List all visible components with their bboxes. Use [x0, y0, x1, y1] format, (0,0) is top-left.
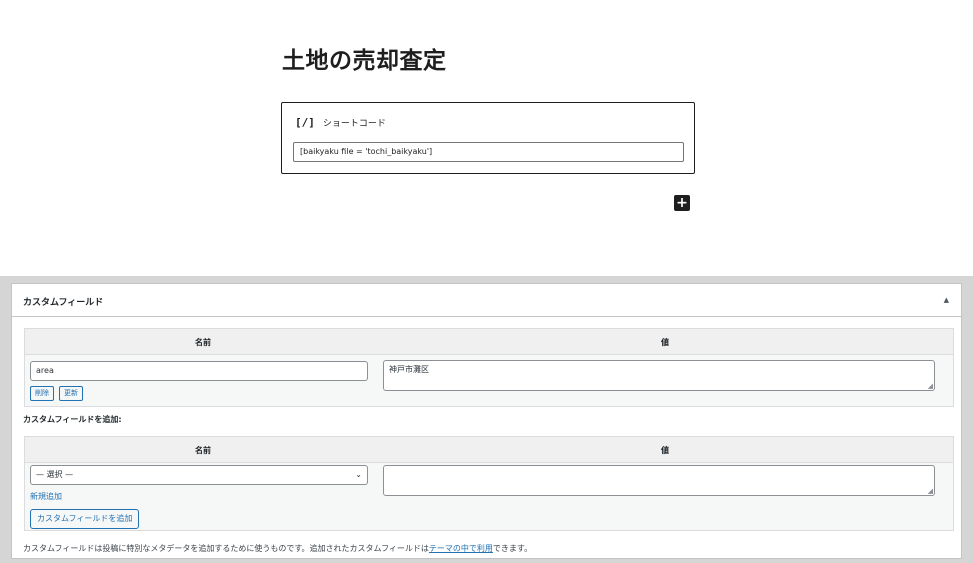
- shortcode-input[interactable]: [baikyaku file = 'tochi_baikyaku']: [293, 142, 684, 162]
- shortcode-block[interactable]: [/] ショートコード [baikyaku file = 'tochi_baik…: [281, 102, 695, 174]
- custom-fields-help-text: カスタムフィールドは投稿に特別なメタデータを追加するために使うものです。追加され…: [23, 543, 532, 554]
- theme-usage-link[interactable]: テーマの中で利用: [429, 544, 493, 553]
- delete-meta-button[interactable]: 削除: [30, 386, 54, 401]
- table-header: 名前 値: [25, 437, 953, 463]
- shortcode-block-label: ショートコード: [322, 119, 386, 129]
- column-header-value: 値: [661, 446, 669, 455]
- update-meta-button[interactable]: 更新: [59, 386, 83, 401]
- post-title[interactable]: 土地の売却査定: [282, 41, 447, 75]
- meta-value-textarea[interactable]: 神戸市灘区 ◢: [383, 360, 935, 391]
- table-header: 名前 値: [25, 329, 953, 355]
- add-custom-field-table: 名前 値 — 選択 — ⌄ 新規追加 カスタムフィールドを追加 ◢: [24, 436, 954, 531]
- column-header-name: 名前: [195, 338, 211, 347]
- postbox-title: カスタムフィールド: [23, 298, 104, 308]
- column-header-value: 値: [661, 338, 669, 347]
- add-custom-field-button[interactable]: カスタムフィールドを追加: [30, 509, 140, 529]
- meta-key-input[interactable]: area: [30, 361, 368, 381]
- meta-boxes-area: カスタムフィールド ▲ 名前 値 area 削除 更新 神戸市灘区 ◢ カスタム…: [0, 276, 973, 563]
- custom-fields-table: 名前 値 area 削除 更新 神戸市灘区 ◢: [24, 328, 954, 407]
- select-value: — 選択 —: [36, 470, 74, 479]
- help-text-after: できます。: [492, 544, 533, 553]
- block-editor-canvas: 土地の売却査定 [/] ショートコード [baikyaku file = 'to…: [0, 0, 973, 276]
- new-meta-value-textarea[interactable]: ◢: [383, 465, 935, 496]
- column-header-name: 名前: [195, 446, 211, 455]
- custom-fields-postbox: カスタムフィールド ▲ 名前 値 area 削除 更新 神戸市灘区 ◢ カスタム…: [11, 283, 962, 559]
- shortcode-block-header: [/] ショートコード: [295, 116, 386, 129]
- chevron-down-icon: ⌄: [355, 470, 362, 479]
- shortcode-icon: [/]: [295, 116, 315, 129]
- postbox-header[interactable]: カスタムフィールド ▲: [12, 284, 961, 317]
- add-custom-field-label: カスタムフィールドを追加:: [23, 415, 122, 424]
- block-inserter-plus-icon[interactable]: +: [674, 195, 690, 211]
- help-text-before: カスタムフィールドは投稿に特別なメタデータを追加するために使うものです。追加され…: [23, 544, 429, 553]
- resize-handle-icon[interactable]: ◢: [928, 382, 933, 390]
- meta-key-select[interactable]: — 選択 — ⌄: [30, 465, 368, 485]
- enter-new-link[interactable]: 新規追加: [30, 491, 62, 502]
- collapse-arrow-icon[interactable]: ▲: [944, 296, 949, 304]
- resize-handle-icon[interactable]: ◢: [928, 487, 933, 495]
- meta-value-text: 神戸市灘区: [389, 365, 429, 374]
